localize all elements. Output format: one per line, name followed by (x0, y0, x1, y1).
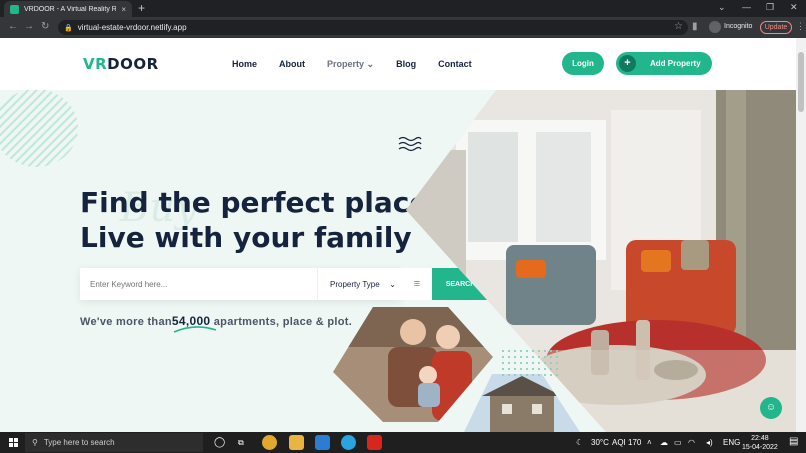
browser-menu-icon[interactable]: ⋮ (796, 21, 805, 32)
new-tab-button[interactable]: + (138, 1, 145, 15)
clock-time: 22:48 (751, 435, 769, 442)
address-bar[interactable]: 🔒 virtual-estate-vrdoor.netlify.app (58, 20, 688, 35)
property-type-value: Property Type (330, 279, 380, 289)
weather-temp: 30°C (591, 438, 609, 447)
browser-tab-bar: VRDOOR - A Virtual Reality Real E × + ⌄ … (0, 0, 806, 17)
logo-vr-text: VR (83, 55, 108, 73)
login-button[interactable]: Login (562, 52, 604, 75)
chrome-app-icon[interactable] (262, 435, 277, 450)
incognito-icon[interactable] (709, 21, 721, 33)
windows-start-icon[interactable] (9, 438, 18, 447)
forward-icon[interactable]: → (24, 21, 34, 32)
plus-icon: + (619, 55, 636, 72)
windows-taskbar: ⚲ Type here to search ◯ ⧉ ☾ 30°C AQI 170… (0, 432, 806, 453)
onedrive-icon[interactable]: ☁ (660, 438, 668, 447)
back-icon[interactable]: ← (8, 21, 18, 32)
stats-prefix: We've more than (80, 316, 172, 328)
incognito-label: Incognito (724, 23, 753, 30)
taskbar-search[interactable]: ⚲ Type here to search (25, 433, 203, 452)
main-nav: Home About Property ⌄ Blog Contact (232, 59, 494, 70)
reload-icon[interactable]: ↻ (41, 21, 49, 32)
window-dropdown-icon[interactable]: ⌄ (718, 2, 726, 13)
url-text: virtual-estate-vrdoor.netlify.app (77, 23, 187, 32)
pdf-reader-icon[interactable] (367, 435, 382, 450)
decorative-underline (173, 326, 217, 333)
scrollbar-thumb[interactable] (798, 52, 804, 112)
bookmark-star-icon[interactable]: ☆ (674, 21, 683, 32)
hero-title: Find the perfect place to Live with your… (80, 185, 471, 255)
nav-contact[interactable]: Contact (438, 59, 472, 70)
taskbar-clock[interactable]: 22:48 15-04-2022 (742, 434, 778, 452)
clock-date: 15-04-2022 (742, 444, 778, 451)
nav-property-label: Property (327, 59, 365, 69)
battery-icon[interactable]: ▭ (674, 438, 682, 447)
minimize-icon[interactable]: — (742, 2, 751, 12)
update-button[interactable]: Update (760, 21, 792, 34)
tab-title: VRDOOR - A Virtual Reality Real E (24, 5, 117, 13)
page-scrollbar[interactable] (796, 38, 806, 432)
tray-chevron-icon[interactable]: ˄ (647, 438, 652, 447)
site-header: VRDOOR Home About Property ⌄ Blog Contac… (0, 38, 796, 90)
hero-title-line2: Live with your family (80, 221, 412, 254)
vscode-icon[interactable] (315, 435, 330, 450)
decorative-dots (500, 348, 560, 378)
property-search-bar: Property Type ⌄ (80, 268, 402, 300)
logo-door-text: DOOR (107, 55, 159, 73)
decorative-stripe-circle (0, 90, 78, 167)
waves-icon (398, 136, 422, 152)
side-panel-icon[interactable]: ▮ (692, 21, 698, 32)
volume-icon[interactable]: ◂) (706, 438, 713, 447)
site-favicon-icon (10, 4, 19, 14)
nav-home[interactable]: Home (232, 59, 257, 70)
site-logo[interactable]: VRDOOR (83, 55, 159, 73)
taskbar-search-icon: ⚲ (32, 438, 38, 447)
telegram-icon[interactable] (341, 435, 356, 450)
property-type-select[interactable]: Property Type ⌄ (318, 280, 402, 289)
language-indicator[interactable]: ENG (723, 438, 740, 447)
close-window-icon[interactable]: ✕ (790, 2, 798, 13)
notification-icon[interactable]: ▤ (789, 436, 798, 447)
nav-about[interactable]: About (279, 59, 305, 70)
stats-suffix: apartments, place & plot. (210, 316, 353, 328)
filter-lines-icon: ≡ (413, 278, 421, 290)
filter-button[interactable]: ≡ (402, 268, 432, 300)
wifi-icon[interactable]: ◠ (688, 438, 695, 447)
cortana-icon[interactable]: ◯ (214, 437, 225, 448)
nav-blog[interactable]: Blog (396, 59, 416, 70)
file-explorer-icon[interactable] (289, 435, 304, 450)
chevron-down-icon: ⌄ (366, 59, 375, 69)
maximize-icon[interactable]: ❐ (766, 2, 774, 13)
hero-section: Buy Find the perfect place to Live with … (0, 90, 796, 432)
browser-toolbar: ← → ↻ 🔒 virtual-estate-vrdoor.netlify.ap… (0, 17, 806, 38)
select-chevron-icon: ⌄ (389, 279, 396, 289)
weather-moon-icon: ☾ (576, 438, 584, 447)
add-property-button[interactable]: + Add Property (616, 52, 712, 75)
family-photo (333, 307, 493, 422)
nav-property[interactable]: Property ⌄ (327, 59, 374, 70)
task-view-icon[interactable]: ⧉ (238, 438, 244, 448)
chat-bot-icon: ☺ (765, 402, 777, 413)
chat-widget-button[interactable]: ☺ (760, 397, 782, 419)
weather-aqi: AQI 170 (612, 438, 642, 447)
keyword-input[interactable] (80, 268, 318, 300)
add-property-label: Add Property (650, 59, 701, 68)
lock-icon: 🔒 (64, 24, 73, 32)
tab-close-icon[interactable]: × (121, 5, 126, 14)
browser-tab[interactable]: VRDOOR - A Virtual Reality Real E × (4, 1, 132, 17)
taskbar-search-placeholder: Type here to search (43, 438, 115, 447)
